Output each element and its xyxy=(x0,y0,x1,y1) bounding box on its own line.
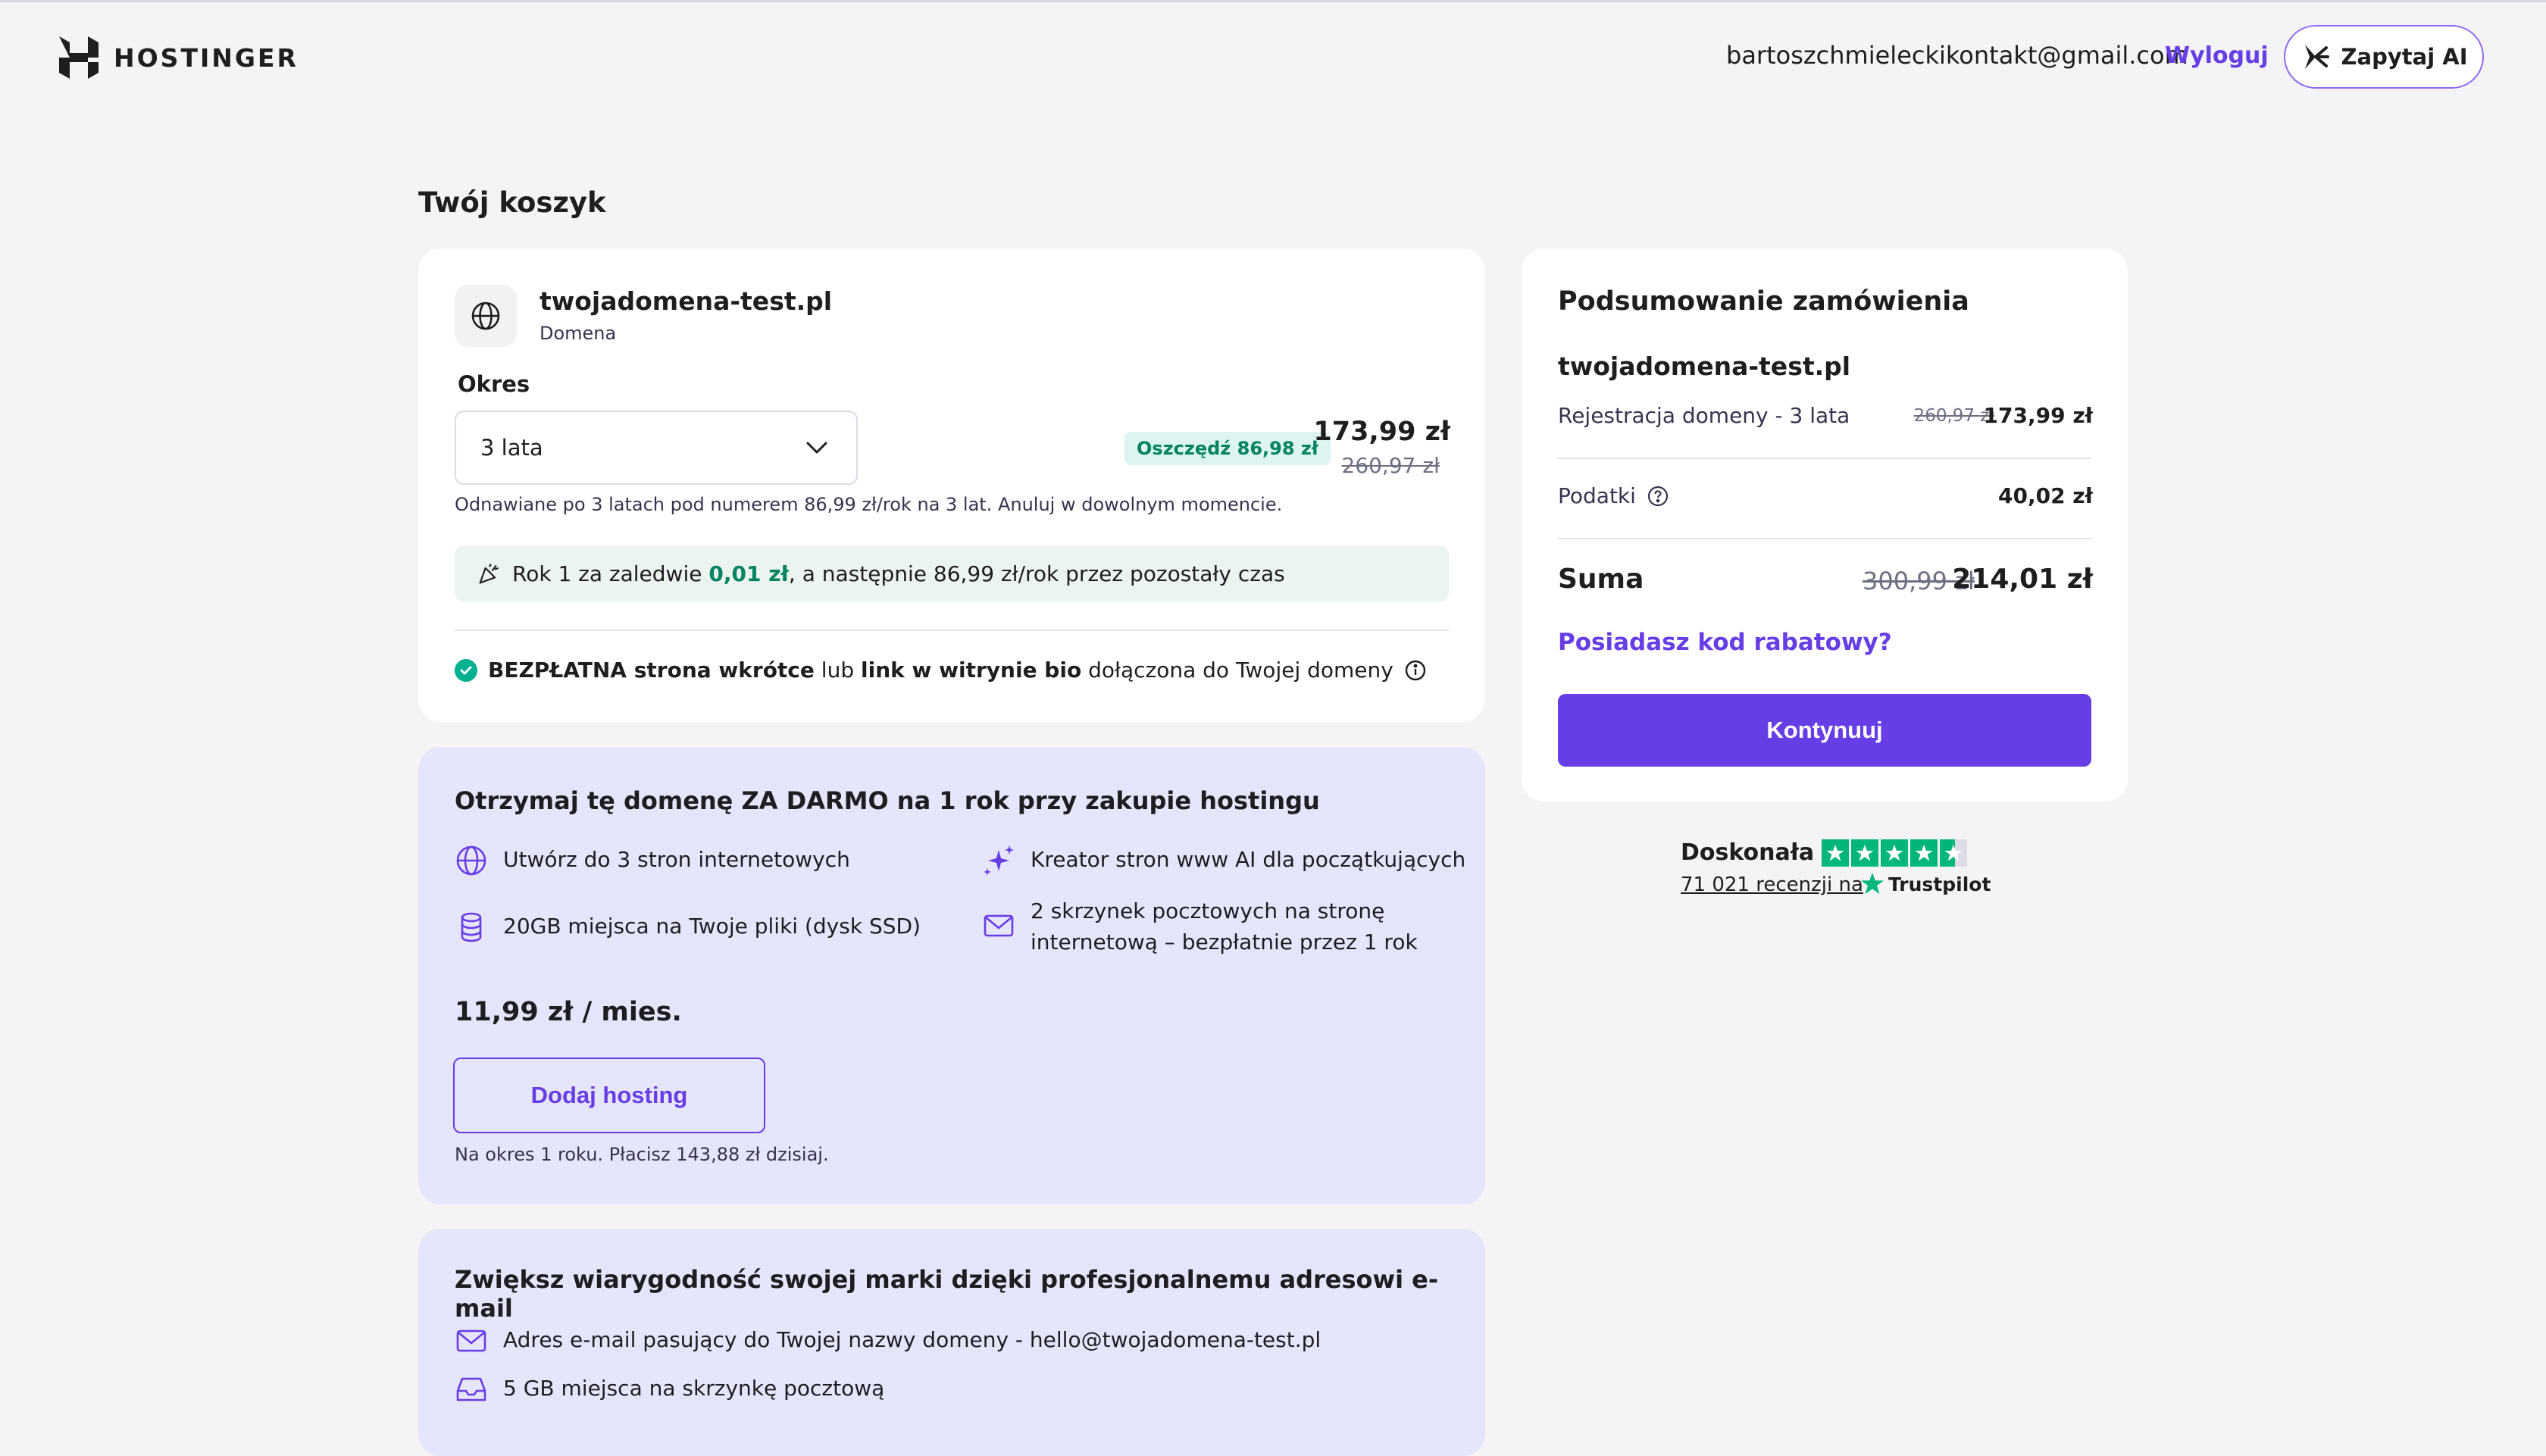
brand-name: HOSTINGER xyxy=(114,42,299,73)
domain-icon-box xyxy=(455,285,517,347)
feature-text: 20GB miejsca na Twoje pliki (dysk SSD) xyxy=(503,914,921,939)
star-icon xyxy=(1881,839,1908,867)
domain-type: Domena xyxy=(540,323,617,344)
divider xyxy=(1558,538,2091,539)
feature-mailbox-storage: 5 GB miejsca na skrzynkę pocztową xyxy=(455,1373,884,1406)
total-label: Suma xyxy=(1558,564,1644,595)
trustpilot-star-icon xyxy=(1861,873,1884,894)
trustpilot-stars xyxy=(1822,839,1967,867)
star-icon xyxy=(1822,839,1849,867)
star-icon xyxy=(1910,839,1938,867)
mail-icon xyxy=(456,1329,486,1352)
feature-text: 2 skrzynek pocztowych na stronę interneto… xyxy=(1031,895,1418,958)
tax-value: 40,02 zł xyxy=(1997,483,2093,508)
check-circle-icon xyxy=(455,658,477,682)
registration-price: 173,99 zł xyxy=(1983,403,2093,428)
registration-label: Rejestracja domeny - 3 lata xyxy=(1558,403,1850,428)
free-website-end: dołączona do Twojej domeny xyxy=(1081,658,1393,683)
database-icon xyxy=(461,912,482,942)
continue-button[interactable]: Kontynuuj xyxy=(1558,694,2091,767)
sparkles-icon xyxy=(984,845,1014,876)
free-website-info: BEZPŁATNA strona wkrótce lub link w witr… xyxy=(455,658,1427,683)
hosting-upsell-title: Otrzymaj tę domenę ZA DARMO na 1 rok prz… xyxy=(455,786,1320,815)
price-current: 173,99 zł xyxy=(1313,417,1450,447)
free-website-bold: BEZPŁATNA strona wkrótce xyxy=(488,658,815,683)
top-border xyxy=(0,0,2546,2)
half-star-icon xyxy=(1940,839,1967,867)
trustpilot-logo: Trustpilot xyxy=(1859,871,1991,897)
email-upsell-card: Zwiększ wiarygodność swojej marki dzięki… xyxy=(418,1229,1485,1456)
feature-websites: Utwórz do 3 stron internetowych xyxy=(455,844,850,877)
email-upsell-title: Zwiększ wiarygodność swojej marki dzięki… xyxy=(455,1265,1439,1323)
user-email: bartoszchmieleckikontakt@gmail.com xyxy=(1726,41,2188,70)
feature-text-line2: internetową – bezpłatnie przez 1 rok xyxy=(1031,930,1418,955)
star-icon xyxy=(1851,839,1878,867)
ask-ai-label: Zapytaj AI xyxy=(2341,44,2468,70)
globe-icon xyxy=(456,845,486,876)
hosting-note: Na okres 1 roku. Płacisz 143,88 zł dzisi… xyxy=(455,1144,829,1165)
party-popper-icon xyxy=(479,564,499,584)
feature-ai-builder: Kreator stron www AI dla początkujących xyxy=(982,844,1465,877)
price-original: 260,97 zł xyxy=(1341,453,1440,478)
feature-text: Utwórz do 3 stron internetowych xyxy=(503,847,850,872)
globe-icon xyxy=(471,302,500,330)
registration-price-old: 260,97 zł xyxy=(1913,406,1994,426)
first-year-promo: Rok 1 za zaledwie 0,01 zł, a następnie 8… xyxy=(455,545,1449,601)
trustpilot-reviews-link[interactable]: 71 021 recenzji na xyxy=(1681,873,1863,896)
feature-storage: 20GB miejsca na Twoje pliki (dysk SSD) xyxy=(455,911,921,944)
renewal-note: Odnawiane po 3 latach pod numerem 86,99 … xyxy=(455,494,1283,515)
promo-text: Rok 1 za zaledwie 0,01 zł, a następnie 8… xyxy=(512,561,1285,586)
period-select[interactable]: 3 lata xyxy=(455,411,858,485)
feature-text: Adres e-mail pasujący do Twojej nazwy do… xyxy=(503,1327,1321,1352)
domain-cart-item: twojadomena-test.pl Domena Okres 3 lata … xyxy=(418,248,1485,722)
ask-ai-button[interactable]: Zapytaj AI xyxy=(2284,25,2484,89)
chevron-down-icon xyxy=(806,442,827,454)
add-hosting-button[interactable]: Dodaj hosting xyxy=(453,1058,765,1133)
info-icon[interactable] xyxy=(1404,659,1427,682)
feature-custom-email: Adres e-mail pasujący do Twojej nazwy do… xyxy=(455,1324,1321,1358)
trustpilot-brand: Trustpilot xyxy=(1888,873,1991,895)
logout-link[interactable]: Wyloguj xyxy=(2165,42,2269,69)
summary-title: Podsumowanie zamówienia xyxy=(1558,286,1969,317)
coupon-code-link[interactable]: Posiadasz kod rabatowy? xyxy=(1558,629,1892,656)
tax-row: Podatki xyxy=(1558,483,1669,508)
hosting-upsell-card: Otrzymaj tę domenę ZA DARMO na 1 rok prz… xyxy=(418,747,1485,1204)
domain-name: twojadomena-test.pl xyxy=(540,286,833,316)
feature-mailboxes: 2 skrzynek pocztowych na stronę interneto… xyxy=(982,895,1418,958)
ai-spark-icon xyxy=(2304,45,2329,69)
link-in-bio-bold: link w witrynie bio xyxy=(861,658,1082,683)
period-selected-value: 3 lata xyxy=(480,435,543,461)
promo-text-start: Rok 1 za zaledwie xyxy=(512,561,709,586)
period-label: Okres xyxy=(458,371,530,397)
divider xyxy=(455,630,1449,631)
feature-text-line1: 2 skrzynek pocztowych na stronę xyxy=(1031,898,1385,923)
mail-icon xyxy=(984,914,1014,937)
trustpilot-rating-label: Doskonała xyxy=(1681,839,1815,866)
help-circle-icon[interactable] xyxy=(1647,485,1669,508)
promo-text-end: , a następnie 86,99 zł/rok przez pozosta… xyxy=(788,561,1285,586)
hosting-price: 11,99 zł / mies. xyxy=(455,997,682,1027)
free-website-or: lub xyxy=(814,658,862,683)
tax-label: Podatki xyxy=(1558,483,1636,508)
divider xyxy=(1558,458,2091,459)
page-title: Twój koszyk xyxy=(418,186,606,219)
summary-domain: twojadomena-test.pl xyxy=(1558,352,1851,381)
feature-text: Kreator stron www AI dla początkujących xyxy=(1031,847,1466,872)
hostinger-logo[interactable]: HOSTINGER xyxy=(58,35,299,80)
savings-badge: Oszczędź 86,98 zł xyxy=(1124,432,1331,465)
promo-price: 0,01 zł xyxy=(708,561,789,586)
free-website-text: BEZPŁATNA strona wkrótce lub link w witr… xyxy=(488,658,1393,683)
order-summary: Podsumowanie zamówienia twojadomena-test… xyxy=(1522,248,2128,801)
inbox-icon xyxy=(456,1377,486,1401)
hostinger-logo-icon xyxy=(59,36,99,79)
feature-text: 5 GB miejsca na skrzynkę pocztową xyxy=(503,1376,885,1401)
total-price: 214,01 zł xyxy=(1952,564,2093,595)
